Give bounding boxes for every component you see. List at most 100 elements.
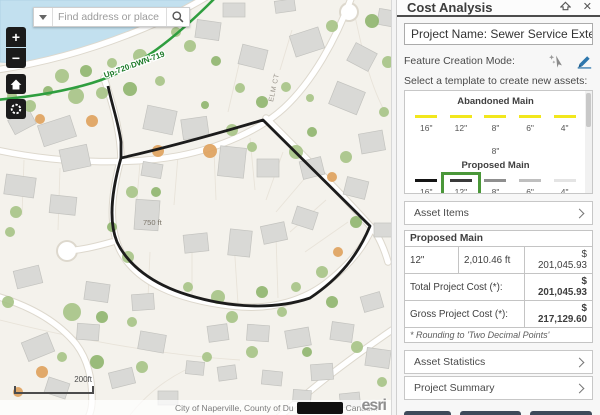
asset-items-section[interactable]: Asset Items [404, 201, 593, 225]
house-footprint [360, 292, 384, 313]
template-item[interactable]: 12" [444, 175, 478, 194]
street-label: ELM CT [268, 73, 281, 103]
smart-mode-icon[interactable] [548, 53, 566, 69]
template-item[interactable]: 8" [478, 111, 512, 134]
rounding-footnote: * Rounding to 'Two Decimal Points' [405, 328, 593, 343]
search-bar [33, 7, 190, 27]
map-dark-badge [297, 402, 343, 414]
asset-statistics-label: Asset Statistics [414, 356, 485, 368]
scrollbar-thumb[interactable] [586, 93, 591, 127]
tree [96, 311, 108, 323]
template-item[interactable]: 16" [409, 175, 443, 194]
zoom-in-button[interactable]: + [6, 27, 26, 47]
locate-button[interactable] [6, 99, 26, 119]
attribution-text: City of Naperville, County of Du [175, 403, 294, 413]
attribution-bar: City of Naperville, County of Du Canad..… [0, 400, 391, 415]
template-item[interactable]: 4" [548, 175, 582, 194]
tree [291, 282, 301, 292]
gross-cost-row: Gross Project Cost (*): $ 217,129.60 [405, 301, 593, 328]
template-size-label: 4" [561, 187, 569, 194]
house-footprint [217, 365, 237, 381]
tree [256, 96, 268, 108]
tree [10, 206, 22, 218]
tree [256, 286, 268, 298]
tree [126, 186, 138, 198]
chevron-right-icon [575, 357, 585, 367]
template-instruction: Select a template to create new assets: [404, 75, 593, 87]
tree [2, 296, 14, 308]
chevron-right-icon [575, 208, 585, 218]
house-footprint [228, 229, 253, 257]
tree [379, 107, 389, 117]
search-source-dropdown[interactable] [34, 8, 53, 26]
tree [382, 56, 391, 68]
search-icon [171, 10, 185, 24]
tree [201, 101, 209, 109]
template-item[interactable]: 16" [409, 111, 443, 134]
back-button[interactable]: Back [404, 411, 451, 415]
draw-mode-icon[interactable] [575, 53, 593, 69]
template-item[interactable]: 6" [513, 175, 547, 194]
distance-label: 750 ft [143, 218, 163, 227]
house-footprint [246, 324, 269, 341]
house-footprint [285, 327, 312, 349]
gross-cost-label: Gross Project Cost (*): [405, 301, 525, 328]
house-footprint [13, 265, 43, 289]
cul-de-sac [58, 242, 76, 260]
template-item[interactable]: 4" [548, 111, 582, 134]
house-footprint [377, 8, 391, 27]
close-icon[interactable]: ✕ [583, 2, 592, 13]
asset-statistics-section[interactable]: Asset Statistics [404, 350, 593, 374]
tree [281, 82, 291, 92]
tree [36, 366, 48, 378]
template-item[interactable]: 8" [478, 175, 512, 194]
template-item[interactable]: 6" [513, 111, 547, 134]
house-footprint [260, 222, 287, 245]
tree [90, 355, 104, 369]
house-footprint [49, 195, 77, 216]
house-footprint [84, 281, 110, 302]
home-button[interactable] [6, 74, 26, 94]
tree [326, 296, 338, 308]
house-footprint [76, 323, 99, 340]
tree [80, 65, 92, 77]
house-footprint [131, 293, 154, 310]
house-footprint [59, 144, 91, 171]
cul-de-sac [341, 4, 357, 20]
template-size-label: 8" [492, 187, 500, 194]
tree [326, 20, 338, 32]
asset-cost-cell: $ 201,045.93 [525, 247, 593, 274]
project-summary-section[interactable]: Project Summary [404, 376, 593, 400]
search-button[interactable] [166, 8, 189, 26]
search-input[interactable] [53, 8, 166, 26]
tree [351, 341, 363, 353]
total-cost-value: $ 201,045.93 [525, 274, 593, 301]
refresh-button[interactable]: Refresh [460, 411, 521, 415]
dock-icon[interactable] [560, 1, 571, 14]
tree [96, 87, 108, 99]
tree [63, 303, 81, 321]
house-footprint [330, 322, 354, 343]
tree [211, 56, 221, 66]
feature-creation-row: Feature Creation Mode: [404, 50, 593, 72]
map-canvas[interactable]: Up-720 DWN-719 750 ft ELM CT + − [0, 0, 391, 415]
template-group-title: Proposed Main [409, 160, 582, 171]
template-item[interactable]: 12" [444, 111, 478, 134]
template-swatch [415, 115, 437, 118]
house-footprint [365, 347, 391, 368]
zoom-out-button[interactable]: − [6, 48, 26, 68]
tree [247, 142, 257, 152]
tree [57, 352, 67, 362]
cost-table-header: Proposed Main [405, 231, 593, 247]
tree [68, 88, 84, 104]
house-footprint [143, 105, 177, 135]
template-swatch [519, 179, 541, 182]
template-size-label: 12" [455, 187, 467, 194]
template-scrollbar[interactable] [585, 91, 592, 193]
scale-label: 200ft [74, 375, 92, 384]
template-swatch [519, 115, 541, 118]
template-size-label: 6" [526, 123, 534, 133]
template-list: Abandoned Main16"12"8"6"4"8"Proposed Mai… [404, 90, 593, 194]
export-report-button[interactable]: Export Report [530, 411, 592, 415]
template-item[interactable]: 8" [479, 134, 513, 157]
